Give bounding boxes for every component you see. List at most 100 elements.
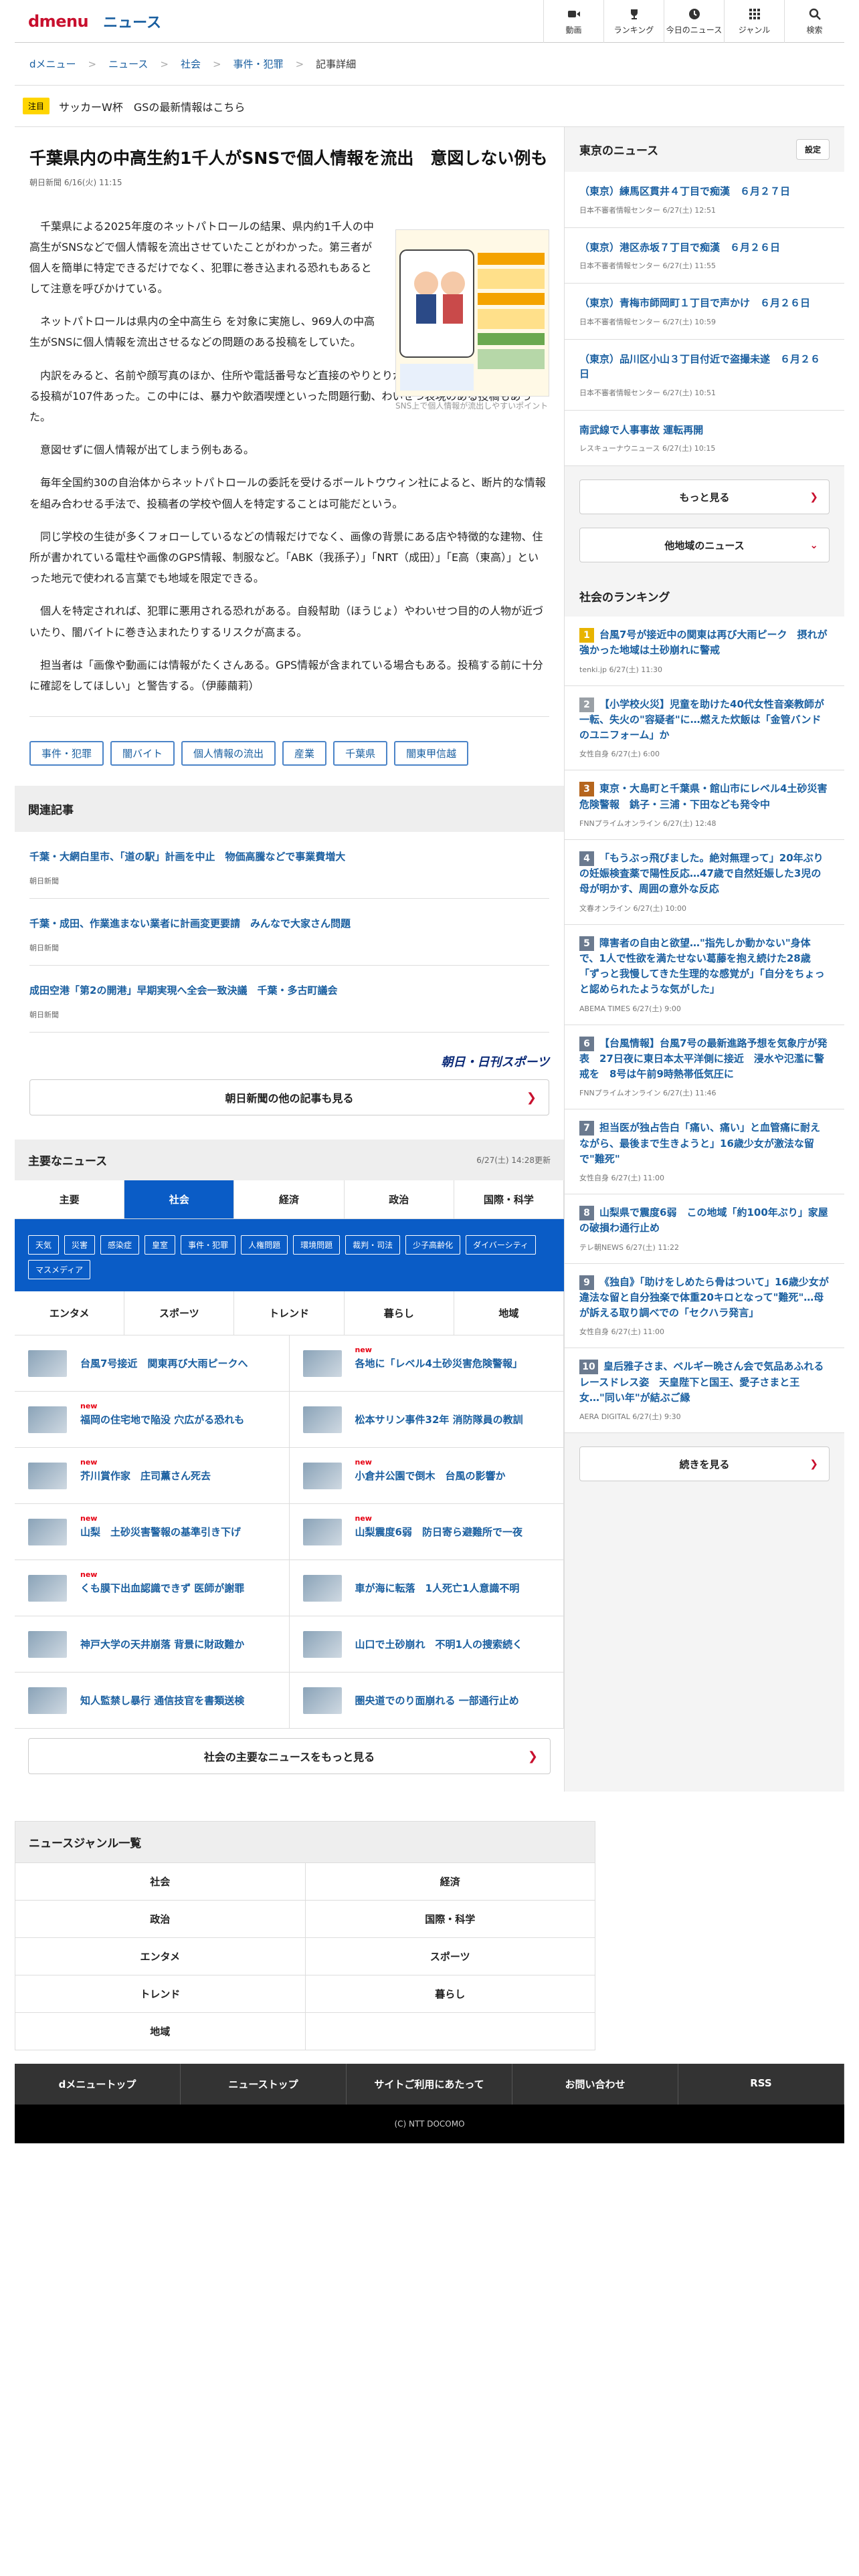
tag-button[interactable]: 闇バイト: [110, 741, 175, 766]
sub-tag[interactable]: 事件・犯罪: [181, 1235, 236, 1255]
article-figure[interactable]: .: [395, 229, 549, 412]
genre-link[interactable]: スポーツ: [305, 1938, 595, 1976]
nav-search[interactable]: 検索: [784, 0, 844, 43]
footer-link[interactable]: RSS: [678, 2064, 844, 2105]
news-item[interactable]: 神戸大学の天井崩落 背景に財政難か: [15, 1616, 290, 1673]
sub-tag[interactable]: 皇室: [145, 1235, 176, 1255]
news-item[interactable]: new くも膜下出血認識できず 医師が謝罪: [15, 1560, 290, 1617]
ranking-item[interactable]: 3 東京・大島町と千葉県・館山市にレベル4土砂災害危険警報 銚子・三浦・下田なども…: [565, 770, 844, 840]
chevron-right-icon: ❯: [809, 491, 818, 503]
news-item[interactable]: new 小倉井公園で倒木 台風の影響か: [289, 1448, 564, 1505]
footer-link[interactable]: dメニュートップ: [15, 2064, 181, 2105]
related-item[interactable]: 千葉・大網白里市、「道の駅」計画を中止 物価高騰などで事業費増大 朝日新聞: [29, 832, 549, 899]
related-title: 成田空港「第2の開港」早期実現へ全会一致決議 千葉・多古町議会: [29, 984, 338, 997]
breadcrumb-news[interactable]: ニュース: [108, 57, 148, 71]
sub-tag[interactable]: ダイバーシティ: [466, 1235, 536, 1255]
genre-link[interactable]: 地域: [15, 2013, 306, 2051]
tab-entertainment[interactable]: エンタメ: [15, 1291, 125, 1335]
footer-link[interactable]: ニューストップ: [181, 2064, 347, 2105]
tokyo-news-title: （東京）品川区小山３丁目付近で盗撮未遂 ６月２６日: [579, 352, 821, 381]
sub-tag[interactable]: 少子高齢化: [405, 1235, 461, 1255]
section-title[interactable]: ニュース: [103, 11, 161, 32]
ranking-item[interactable]: 5 障害者の自由と欲望…"指先しか動かない"身体で、1人で性欲を満たせない葛藤を抱…: [565, 924, 844, 1025]
related-item[interactable]: 成田空港「第2の開港」早期実現へ全会一致決議 千葉・多古町議会 朝日新聞: [29, 966, 549, 1033]
tag-button[interactable]: 事件・犯罪: [29, 741, 104, 766]
ranking-item[interactable]: 7 担当医が独占告白「痛い、痛い」と血管痛に耐えながら、最後まで生きようと」16歳…: [565, 1109, 844, 1194]
tokyo-news-item[interactable]: （東京）青梅市師岡町１丁目で声かけ ６月２６日 日本不審者情報センター 6/27(…: [565, 284, 844, 340]
sub-tag[interactable]: 災害: [64, 1235, 96, 1255]
footer-link[interactable]: サイトご利用にあたって: [347, 2064, 512, 2105]
tag-button[interactable]: 個人情報の流出: [181, 741, 276, 766]
related-item[interactable]: 千葉・成田、作業進まない業者に計画変更要請 みんなで大家さん問題 朝日新聞: [29, 899, 549, 966]
sub-tag[interactable]: 天気: [28, 1235, 60, 1255]
ranking-item[interactable]: 2 【小学校火災】児童を助けた40代女性音楽教師が一転、失火の"容疑者"に…燃えた…: [565, 685, 844, 771]
more-articles-button[interactable]: 朝日新聞の他の記事も見る ❯: [29, 1079, 549, 1116]
news-item[interactable]: new 山梨震度6弱 防日寄ら避難所で一夜: [289, 1504, 564, 1561]
news-item[interactable]: 台風7号接近 関東再び大雨ピークへ: [15, 1335, 290, 1392]
more-ranking-button[interactable]: 続きを見る ❯: [579, 1446, 830, 1481]
tokyo-news-item[interactable]: （東京）品川区小山３丁目付近で盗撮未遂 ６月２６日 日本不審者情報センター 6/2…: [565, 339, 844, 411]
tab-trend[interactable]: トレンド: [234, 1291, 345, 1335]
nav-genre[interactable]: ジャンル: [724, 0, 784, 43]
clock-icon: [688, 8, 701, 20]
tab-sports[interactable]: スポーツ: [124, 1291, 235, 1335]
tab-world-science[interactable]: 国際・科学: [454, 1180, 565, 1219]
tab-economy[interactable]: 経済: [234, 1180, 345, 1219]
genre-link[interactable]: 暮らし: [305, 1975, 595, 2014]
news-title: 車が海に転落 1人死亡1人意識不明: [355, 1582, 520, 1595]
genre-link[interactable]: 経済: [305, 1863, 595, 1901]
more-major-news-button[interactable]: 社会の主要なニュースをもっと見る ❯: [28, 1738, 551, 1775]
tokyo-news-item[interactable]: （東京）練馬区貫井４丁目で痴漢 ６月２７日 日本不審者情報センター 6/27(土)…: [565, 172, 844, 228]
tab-politics[interactable]: 政治: [345, 1180, 454, 1219]
ranking-item[interactable]: 10 皇后雅子さま、ベルギー晩さん会で気品あふれるレースドレス姿 天皇陛下と国王、…: [565, 1348, 844, 1433]
news-item[interactable]: new 山梨 土砂災害警報の基準引き下げ: [15, 1504, 290, 1561]
news-item[interactable]: new 各地に「レベル4土砂災害危険警報」: [289, 1335, 564, 1392]
ranking-item[interactable]: 1 台風7号が接近中の関東は再び大雨ピーク 摂れが強かった地域は土砂崩れに警戒 te…: [565, 617, 844, 686]
sub-tag[interactable]: 人権問題: [241, 1235, 288, 1255]
tab-society[interactable]: 社会: [124, 1180, 235, 1219]
news-item[interactable]: new 芥川賞作家 庄司薫さん死去: [15, 1448, 290, 1505]
ranking-item[interactable]: 4 「もうぶっ飛びました。絶対無理って」20年ぶりの妊娠検査薬で陽性反応…47歳で…: [565, 839, 844, 925]
breadcrumb-crime[interactable]: 事件・犯罪: [233, 57, 284, 71]
ranking-item[interactable]: 9 《独自》「助けをしめたら骨はついて」16歳少女が違法な留と自分独楽で体重20キ…: [565, 1263, 844, 1349]
ranking-item[interactable]: 8 山梨県で震度6弱 この地域「約100年ぶり」家屋の破損わ通行止め テレ朝NEWS…: [565, 1194, 844, 1264]
sub-tag[interactable]: 環境問題: [293, 1235, 341, 1255]
dmenu-logo[interactable]: dmenu: [28, 12, 89, 31]
infographic-image: .: [395, 229, 549, 397]
ranking-item[interactable]: 6 【台風情報】台風7号の最新進路予想を気象庁が発表 27日夜に東日本太平洋側に接…: [565, 1025, 844, 1110]
sub-tag[interactable]: 裁判・司法: [345, 1235, 401, 1255]
footer-link[interactable]: お問い合わせ: [512, 2064, 678, 2105]
genre-link[interactable]: 国際・科学: [305, 1901, 595, 1939]
news-item[interactable]: 圏央道でのり面崩れる 一部通行止め: [289, 1673, 564, 1729]
news-item[interactable]: 松本サリン事件32年 消防隊員の教訓: [289, 1392, 564, 1448]
nav-video[interactable]: 動画: [543, 0, 603, 43]
other-region-dropdown[interactable]: 他地域のニュース ⌄: [579, 528, 830, 562]
news-item[interactable]: 知人監禁し暴行 通信技官を書類送検: [15, 1673, 290, 1729]
notice-bar[interactable]: 注目 サッカーW杯 GSの最新情報はこちら: [15, 86, 844, 127]
more-tokyo-news-button[interactable]: もっと見る ❯: [579, 479, 830, 514]
breadcrumb-dmenu[interactable]: dメニュー: [29, 57, 76, 71]
tag-button[interactable]: 千葉県: [333, 741, 388, 766]
genre-link[interactable]: トレンド: [15, 1975, 306, 2014]
tag-button[interactable]: 産業: [282, 741, 327, 766]
sub-tag[interactable]: マスメディア: [28, 1260, 91, 1280]
tab-life[interactable]: 暮らし: [345, 1291, 454, 1335]
genre-link[interactable]: 社会: [15, 1863, 306, 1901]
news-item[interactable]: 山口で土砂崩れ 不明1人の捜索続く: [289, 1616, 564, 1673]
tokyo-news-item[interactable]: （東京）港区赤坂７丁目で痴漢 ６月２６日 日本不審者情報センター 6/27(土) …: [565, 227, 844, 284]
news-item[interactable]: 車が海に転落 1人死亡1人意識不明: [289, 1560, 564, 1617]
nav-ranking[interactable]: ランキング: [603, 0, 664, 43]
tokyo-news-item[interactable]: 南武線で人事事故 運転再開 レスキューナウニュース 6/27(土) 10:15: [565, 410, 844, 466]
tag-button[interactable]: 闇東甲信越: [394, 741, 469, 766]
news-title: 圏央道でのり面崩れる 一部通行止め: [355, 1695, 519, 1707]
genre-link[interactable]: 政治: [15, 1901, 306, 1939]
news-item[interactable]: new 福岡の住宅地で陥没 穴広がる恐れも: [15, 1392, 290, 1448]
sub-tag[interactable]: 感染症: [100, 1235, 140, 1255]
genre-link[interactable]: エンタメ: [15, 1938, 306, 1976]
breadcrumb-society[interactable]: 社会: [181, 57, 201, 71]
settings-button[interactable]: 設定: [795, 139, 830, 160]
tab-main[interactable]: 主要: [15, 1180, 125, 1219]
article-date: 朝日新聞 6/16(火) 11:15: [29, 177, 122, 187]
nav-today[interactable]: 今日のニュース: [664, 0, 724, 43]
tab-local[interactable]: 地域: [454, 1291, 565, 1335]
